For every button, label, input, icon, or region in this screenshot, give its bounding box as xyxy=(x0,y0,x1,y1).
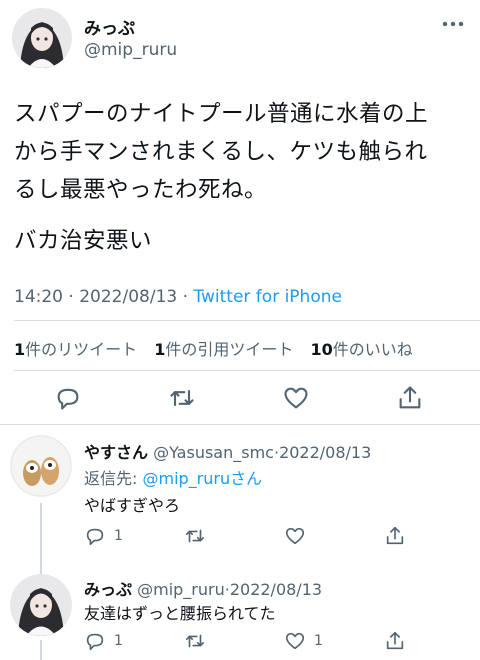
reply-icon xyxy=(86,528,104,546)
like-icon[interactable] xyxy=(282,384,310,412)
tweet-text-line: スパプーのナイトプール普通に水着の上 xyxy=(14,101,429,127)
tweet-text: スパプーのナイトプール普通に水着の上 から手マンされまくるし、ケツも触られ るし… xyxy=(14,95,469,209)
reply-button[interactable]: 1 xyxy=(84,525,123,547)
tweet-time[interactable]: 14:20 xyxy=(14,287,63,307)
handle[interactable]: @mip_ruru xyxy=(137,580,225,599)
tweet-source[interactable]: Twitter for iPhone xyxy=(193,287,342,307)
tweet-meta: 14:20 · 2022/08/13 · Twitter for iPhone xyxy=(14,287,342,307)
quotes-label: 件の引用ツイート xyxy=(165,340,294,359)
handle[interactable]: @Yasusan_smc xyxy=(153,443,274,462)
main-tweet: みっぷ @mip_ruru スパプーのナイトプール普通に水着の上 から手マンされ… xyxy=(0,0,480,420)
retweets-count: 1 xyxy=(14,340,26,359)
reply-header: みっぷ @mip_ruru·2022/08/13 xyxy=(84,576,322,600)
tweet-text-line: から手マンされまくるし、ケツも触られ xyxy=(14,139,428,165)
retweet-button[interactable] xyxy=(184,525,214,547)
retweet-icon[interactable] xyxy=(168,384,196,412)
reply-count: 1 xyxy=(114,528,123,544)
reply-text: 友達はずっと腰振られてた xyxy=(84,604,276,623)
likes-count: 10 xyxy=(310,340,333,359)
retweet-button[interactable] xyxy=(184,630,214,652)
share-button[interactable] xyxy=(384,630,414,652)
tweet-date[interactable]: 2022/08/13 xyxy=(79,287,177,307)
thread-line xyxy=(40,560,42,574)
quotes-stat[interactable]: 1件の引用ツイート xyxy=(154,340,293,359)
reply-to-suffix: さん xyxy=(230,469,263,488)
reply-tweet[interactable]: みっぷ @mip_ruru·2022/08/13 友達はずっと腰振られてた 1 … xyxy=(0,560,480,660)
reply-to: 返信先: @mip_ruruさん xyxy=(84,465,262,489)
retweet-icon xyxy=(185,634,205,648)
reply-header: やすさん @Yasusan_smc·2022/08/13 xyxy=(84,439,371,463)
reply-action-bar: 1 xyxy=(84,525,414,547)
separator: · xyxy=(68,287,74,307)
retweet-icon xyxy=(185,529,205,543)
retweets-stat[interactable]: 1件のリツイート xyxy=(14,340,137,359)
tweet-text-line: るし最悪やったわ死ね。 xyxy=(14,177,268,203)
reply-text: やばすぎやろ xyxy=(84,496,181,515)
reply-icon xyxy=(86,633,104,651)
share-icon xyxy=(386,631,404,650)
share-button[interactable] xyxy=(384,525,414,547)
divider xyxy=(14,370,480,371)
more-icon[interactable] xyxy=(438,14,468,34)
display-name[interactable]: やすさん xyxy=(84,443,148,462)
likes-label: 件のいいね xyxy=(332,340,413,359)
quotes-count: 1 xyxy=(154,340,166,359)
avatar[interactable] xyxy=(10,435,72,497)
like-icon xyxy=(285,527,305,545)
tweet-stats: 1件のリツイート 1件の引用ツイート 10件のいいね xyxy=(14,336,413,360)
reply-to-handle[interactable]: @mip_ruru xyxy=(142,469,230,488)
avatar[interactable] xyxy=(12,8,72,68)
retweets-label: 件のリツイート xyxy=(25,340,138,359)
reply-icon[interactable] xyxy=(54,384,82,412)
reply-date[interactable]: 2022/08/13 xyxy=(279,443,371,462)
divider xyxy=(14,320,480,321)
like-button[interactable] xyxy=(284,525,314,547)
likes-stat[interactable]: 10件のいいね xyxy=(311,340,413,359)
like-button[interactable]: 1 xyxy=(284,630,323,652)
display-name[interactable]: みっぷ xyxy=(84,14,135,39)
action-bar xyxy=(0,384,480,414)
reply-button[interactable]: 1 xyxy=(84,630,123,652)
reply-to-label: 返信先: xyxy=(84,469,143,488)
display-name[interactable]: みっぷ xyxy=(84,580,132,599)
share-icon xyxy=(386,526,404,545)
reply-action-bar: 1 1 xyxy=(84,630,414,652)
reply-date[interactable]: 2022/08/13 xyxy=(230,580,322,599)
reply-tweet[interactable]: やすさん @Yasusan_smc·2022/08/13 返信先: @mip_r… xyxy=(0,425,480,560)
reply-count: 1 xyxy=(114,633,123,649)
avatar[interactable] xyxy=(10,574,72,636)
thread-line xyxy=(40,503,42,560)
thread-line xyxy=(40,640,42,660)
like-icon xyxy=(285,632,305,650)
separator: · xyxy=(182,287,189,307)
tweet-text-line: バカ治安悪い xyxy=(14,228,153,254)
like-count: 1 xyxy=(314,633,323,649)
share-icon[interactable] xyxy=(396,384,424,412)
handle[interactable]: @mip_ruru xyxy=(84,40,177,60)
